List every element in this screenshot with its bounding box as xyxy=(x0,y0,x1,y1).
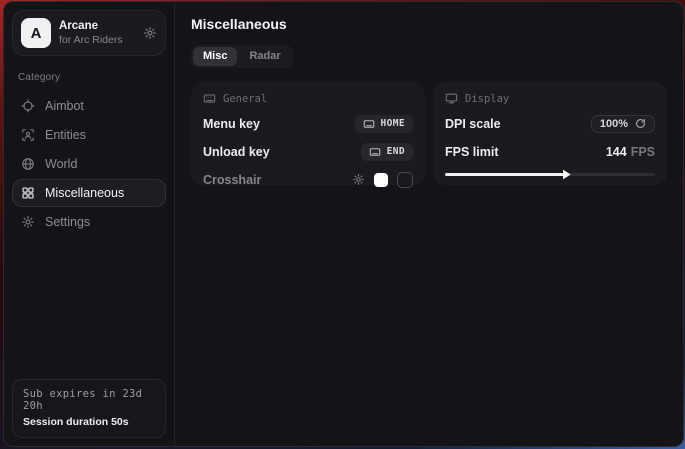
app-window: A Arcane for Arc Riders Category xyxy=(3,1,684,447)
crosshair-label: Crosshair xyxy=(203,173,261,187)
sidebar-item-label: Miscellaneous xyxy=(45,186,124,200)
globe-icon xyxy=(21,157,35,171)
keyboard-icon xyxy=(369,146,381,158)
fps-limit-slider[interactable] xyxy=(445,173,655,176)
page-title: Miscellaneous xyxy=(191,16,667,32)
menu-key-value: HOME xyxy=(381,118,405,129)
sidebar: A Arcane for Arc Riders Category xyxy=(4,2,175,446)
crosshair-controls xyxy=(352,172,413,188)
sidebar-item-label: Entities xyxy=(45,128,86,142)
general-card-header: General xyxy=(203,92,413,105)
fps-limit-value: 144 FPS xyxy=(606,145,655,159)
fps-limit-row: FPS limit 144 FPS xyxy=(445,142,655,161)
crosshair-color-swatch[interactable] xyxy=(374,173,388,187)
sidebar-item-label: Settings xyxy=(45,215,90,229)
sidebar-item-label: World xyxy=(45,157,77,171)
general-card: General Menu key HOME Unload key xyxy=(191,82,425,185)
sub-expiry-text: Sub expires in 23d 20h xyxy=(23,388,155,412)
dpi-scale-value: 100% xyxy=(600,118,628,130)
fps-unit: FPS xyxy=(631,145,655,159)
gear-icon xyxy=(21,215,35,229)
gear-icon[interactable] xyxy=(352,173,365,186)
app-header-card: A Arcane for Arc Riders xyxy=(12,10,166,56)
unload-key-label: Unload key xyxy=(203,145,270,159)
crosshair-checkbox[interactable] xyxy=(397,172,413,188)
crosshair-icon xyxy=(21,99,35,113)
tab-misc[interactable]: Misc xyxy=(193,47,237,66)
gear-icon[interactable] xyxy=(143,26,157,40)
menu-key-row: Menu key HOME xyxy=(203,114,413,133)
menu-key-label: Menu key xyxy=(203,117,260,131)
slider-thumb[interactable] xyxy=(563,170,571,180)
keyboard-icon xyxy=(203,92,216,105)
app-subtitle: for Arc Riders xyxy=(59,34,135,47)
grid-icon xyxy=(21,186,35,200)
slider-fill xyxy=(445,173,565,176)
menu-key-bind-button[interactable]: HOME xyxy=(355,115,413,133)
app-title: Arcane xyxy=(59,19,135,33)
sidebar-item-settings[interactable]: Settings xyxy=(12,208,166,236)
display-card-title: Display xyxy=(465,93,509,105)
sidebar-item-miscellaneous[interactable]: Miscellaneous xyxy=(12,179,166,207)
app-meta: Arcane for Arc Riders xyxy=(59,19,135,47)
keyboard-icon xyxy=(363,118,375,130)
dpi-scale-label: DPI scale xyxy=(445,117,501,131)
dpi-scale-row: DPI scale 100% xyxy=(445,114,655,133)
general-card-title: General xyxy=(223,93,267,105)
fps-limit-label: FPS limit xyxy=(445,145,498,159)
monitor-icon xyxy=(445,92,458,105)
unload-key-row: Unload key END xyxy=(203,142,413,161)
scan-person-icon xyxy=(21,128,35,142)
display-card: Display DPI scale 100% FPS limit xyxy=(433,82,667,185)
sidebar-item-label: Aimbot xyxy=(45,99,84,113)
unload-key-bind-button[interactable]: END xyxy=(361,143,413,161)
tab-bar: Misc Radar xyxy=(191,45,293,68)
app-logo: A xyxy=(21,18,51,48)
session-duration-text: Session duration 50s xyxy=(23,416,155,428)
sidebar-item-entities[interactable]: Entities xyxy=(12,121,166,149)
main-panel: Miscellaneous Misc Radar General Menu ke… xyxy=(175,2,683,446)
sidebar-nav: Aimbot Entities World xyxy=(12,92,166,236)
subscription-card: Sub expires in 23d 20h Session duration … xyxy=(12,379,166,438)
crosshair-row: Crosshair xyxy=(203,170,413,189)
display-card-header: Display xyxy=(445,92,655,105)
dpi-scale-selector[interactable]: 100% xyxy=(591,115,655,133)
unload-key-value: END xyxy=(387,146,405,157)
refresh-icon xyxy=(635,118,646,129)
fps-number: 144 xyxy=(606,145,627,159)
sidebar-item-aimbot[interactable]: Aimbot xyxy=(12,92,166,120)
tab-radar[interactable]: Radar xyxy=(239,47,290,66)
cards-row: General Menu key HOME Unload key xyxy=(191,82,667,185)
sidebar-item-world[interactable]: World xyxy=(12,150,166,178)
category-label: Category xyxy=(18,72,160,83)
